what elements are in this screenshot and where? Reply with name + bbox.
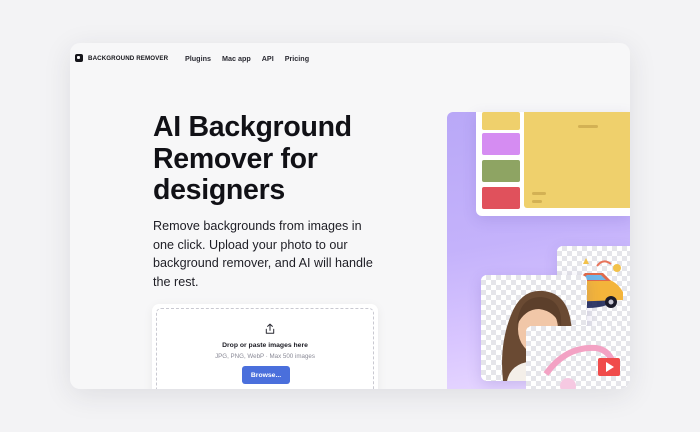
hero-heading-block: AI Background Remover for designers [153, 111, 388, 207]
swatch-green [482, 160, 520, 182]
top-nav: BACKGROUND REMOVER Plugins Mac app API P… [70, 43, 630, 73]
dropzone-hint: JPG, PNG, WebP · Max 500 images [215, 353, 315, 360]
hero-title: AI Background Remover for designers [153, 111, 388, 207]
browser-window: BACKGROUND REMOVER Plugins Mac app API P… [70, 43, 630, 389]
video-thumbnail [543, 344, 620, 389]
canvas-preview-tile [524, 112, 630, 208]
nav-links: Plugins Mac app API Pricing [185, 54, 309, 63]
share-upload-icon [265, 323, 275, 334]
hero-subtitle: Remove backgrounds from images in one cl… [153, 219, 373, 289]
brand-name: BACKGROUND REMOVER [88, 54, 169, 62]
logo-mark-icon [75, 54, 83, 62]
canvas-line [532, 192, 546, 195]
dropzone-title: Drop or paste images here [222, 342, 308, 349]
canvas-line [532, 200, 542, 203]
canvas-line [578, 125, 598, 128]
brand-logo[interactable]: BACKGROUND REMOVER [75, 54, 168, 62]
hero-title-line-2: Remover for [153, 142, 318, 175]
hero-title-line-1: AI Background [153, 111, 352, 143]
design-board-card [476, 112, 630, 216]
dropzone-dashed-area[interactable]: Drop or paste images here JPG, PNG, WebP… [156, 308, 374, 389]
upload-dropzone[interactable]: Drop or paste images here JPG, PNG, WebP… [152, 304, 378, 389]
browse-button[interactable]: Browse... [242, 366, 290, 384]
nav-link-mac-app[interactable]: Mac app [222, 54, 251, 63]
swatch-pink [482, 133, 520, 155]
swatch-red [482, 187, 520, 209]
nav-link-plugins[interactable]: Plugins [185, 54, 211, 63]
nav-link-pricing[interactable]: Pricing [285, 54, 309, 63]
hero-title-line-3: designers [153, 174, 285, 206]
video-preview-card [526, 326, 630, 389]
swatch-yellow [482, 112, 520, 130]
nav-link-api[interactable]: API [262, 54, 274, 63]
